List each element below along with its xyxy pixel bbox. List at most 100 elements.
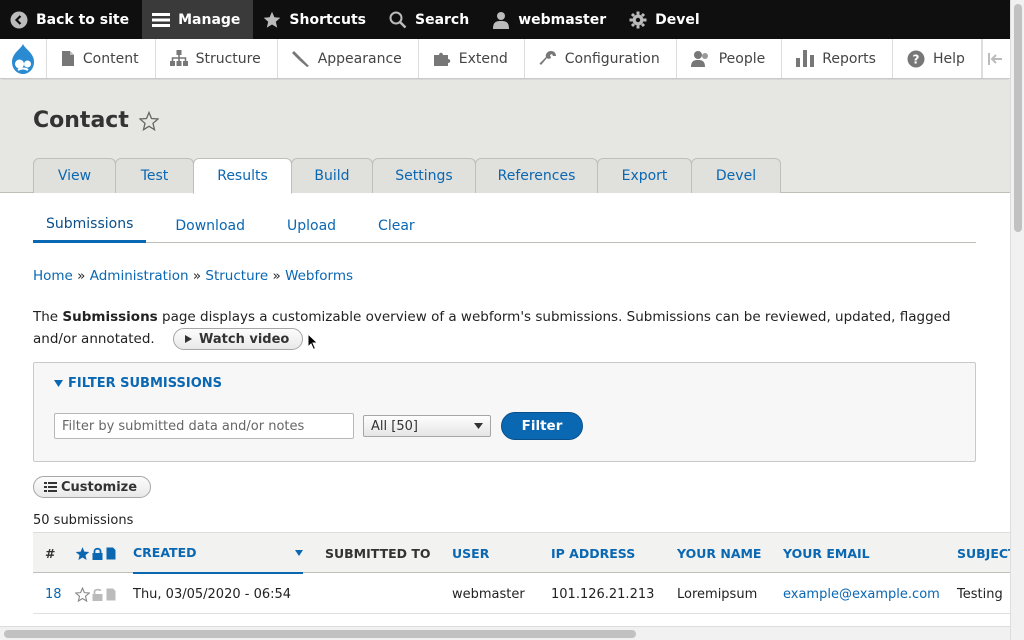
arrow-left-circle-icon	[10, 11, 28, 28]
row-flags	[75, 574, 116, 614]
subtab-clear[interactable]: Clear	[365, 208, 428, 243]
tray-item-content[interactable]: Content	[47, 39, 156, 78]
search-label: Search	[414, 11, 470, 28]
col-header-created-label: CREATED	[133, 545, 197, 560]
subtab-upload[interactable]: Upload	[274, 208, 349, 243]
bar-chart-icon	[796, 50, 815, 67]
devel-tab[interactable]: Devel	[619, 0, 713, 39]
description-bold: Submissions	[62, 309, 158, 325]
breadcrumb-webforms[interactable]: Webforms	[285, 268, 353, 284]
tab-settings[interactable]: Settings	[372, 158, 476, 193]
sitemap-icon	[169, 50, 188, 66]
horizontal-scrollbar[interactable]	[0, 626, 1010, 640]
back-to-site-link[interactable]: Back to site	[0, 0, 142, 39]
list-settings-icon	[44, 482, 57, 492]
row-your-name: Loremipsum	[677, 586, 758, 602]
col-header-number: #	[45, 546, 56, 561]
watch-video-label: Watch video	[199, 331, 290, 347]
note-empty-icon[interactable]	[106, 588, 116, 601]
filter-select-value: All [50]	[371, 418, 418, 434]
tab-results[interactable]: Results	[193, 158, 292, 194]
customize-label: Customize	[61, 479, 138, 495]
vertical-scrollbar-thumb[interactable]	[1014, 4, 1022, 232]
tray-item-structure[interactable]: Structure	[156, 39, 278, 78]
col-header-subject[interactable]: SUBJECT	[957, 533, 1017, 574]
tab-view[interactable]: View	[33, 158, 116, 193]
tray-item-people[interactable]: People	[677, 39, 783, 78]
filter-button[interactable]: Filter	[501, 412, 583, 440]
row-your-email-link[interactable]: example@example.com	[783, 574, 940, 614]
breadcrumb-separator: »	[77, 268, 86, 284]
filter-search-input[interactable]	[54, 413, 354, 439]
chevron-down-icon	[474, 422, 483, 429]
tab-export[interactable]: Export	[597, 158, 692, 193]
vertical-scrollbar[interactable]	[1010, 0, 1024, 640]
filter-legend-toggle[interactable]: FILTER SUBMISSIONS	[54, 376, 222, 391]
search-tab[interactable]: Search	[379, 0, 482, 39]
row-number-link[interactable]: 18	[45, 574, 62, 614]
manage-tab[interactable]: Manage	[142, 0, 254, 39]
col-header-submitted-to: SUBMITTED TO	[325, 546, 431, 561]
tray-item-configuration[interactable]: Configuration	[525, 39, 677, 78]
mouse-cursor-icon	[307, 333, 319, 351]
tray-item-people-label: People	[718, 50, 766, 67]
star-outline-icon[interactable]	[75, 586, 90, 602]
tray-item-extend[interactable]: Extend	[419, 39, 525, 78]
row-ip-address: 101.126.21.213	[551, 586, 655, 602]
subtab-submissions[interactable]: Submissions	[33, 208, 147, 243]
svg-text:?: ?	[912, 52, 919, 66]
filter-legend-label: FILTER SUBMISSIONS	[68, 376, 223, 391]
customize-button[interactable]: Customize	[33, 476, 152, 498]
shortcut-star-icon[interactable]	[138, 110, 159, 131]
col-header-ip-address[interactable]: IP ADDRESS	[551, 533, 635, 574]
breadcrumb-home[interactable]: Home	[33, 268, 73, 284]
drupal-logo-link[interactable]	[0, 39, 47, 78]
document-icon	[61, 51, 74, 66]
paintbrush-icon	[291, 51, 309, 67]
breadcrumb-separator: »	[192, 268, 202, 284]
devel-label: Devel	[655, 11, 700, 28]
note-icon[interactable]	[106, 547, 116, 560]
breadcrumb-administration[interactable]: Administration	[90, 268, 189, 284]
tab-test[interactable]: Test	[115, 158, 194, 193]
help-icon: ?	[907, 50, 925, 67]
shortcuts-tab[interactable]: Shortcuts	[253, 0, 379, 39]
breadcrumb-separator: »	[272, 268, 281, 284]
lock-icon[interactable]	[92, 547, 103, 560]
people-icon	[690, 51, 708, 67]
row-user: webmaster	[452, 586, 525, 602]
col-header-user[interactable]: USER	[452, 533, 489, 574]
tray-item-help[interactable]: ? Help	[893, 39, 982, 78]
table-row[interactable]: 18 Thu, 03/05/2020 - 06:54 webmaster 101…	[33, 574, 1010, 614]
star-filled-icon[interactable]	[75, 546, 90, 561]
tray-collapse-button[interactable]	[981, 39, 1010, 78]
col-header-created[interactable]: CREATED	[133, 533, 303, 574]
tab-build[interactable]: Build	[291, 158, 373, 193]
sort-desc-icon	[295, 549, 303, 556]
description-before: The	[33, 309, 63, 325]
collapse-arrow-icon	[988, 52, 1003, 65]
user-tab[interactable]: webmaster	[482, 0, 619, 39]
submission-count: 50 submissions	[33, 513, 134, 528]
unlock-icon[interactable]	[92, 588, 103, 601]
hamburger-menu-icon	[152, 12, 171, 27]
tab-references[interactable]: References	[475, 158, 598, 193]
tab-devel[interactable]: Devel	[691, 158, 781, 193]
user-label: webmaster	[518, 11, 607, 28]
tray-item-reports[interactable]: Reports	[782, 39, 893, 78]
filter-state-select[interactable]: All [50]	[363, 415, 491, 437]
watch-video-button[interactable]: Watch video	[173, 328, 304, 350]
row-subject: Testing	[957, 586, 1003, 602]
col-header-your-name[interactable]: YOUR NAME	[677, 533, 761, 574]
col-header-your-email[interactable]: YOUR EMAIL	[783, 533, 870, 574]
admin-toolbar: Back to site Manage Shortcuts Search web…	[0, 0, 1010, 39]
tray-item-content-label: Content	[82, 50, 139, 67]
play-icon	[185, 335, 193, 343]
breadcrumb-structure[interactable]: Structure	[205, 268, 268, 284]
horizontal-scrollbar-thumb[interactable]	[4, 630, 636, 638]
gear-icon	[629, 11, 647, 28]
shortcuts-label: Shortcuts	[289, 11, 366, 28]
tray-item-appearance[interactable]: Appearance	[278, 39, 419, 78]
subtab-download[interactable]: Download	[162, 208, 258, 243]
page-title: Contact	[33, 108, 159, 133]
